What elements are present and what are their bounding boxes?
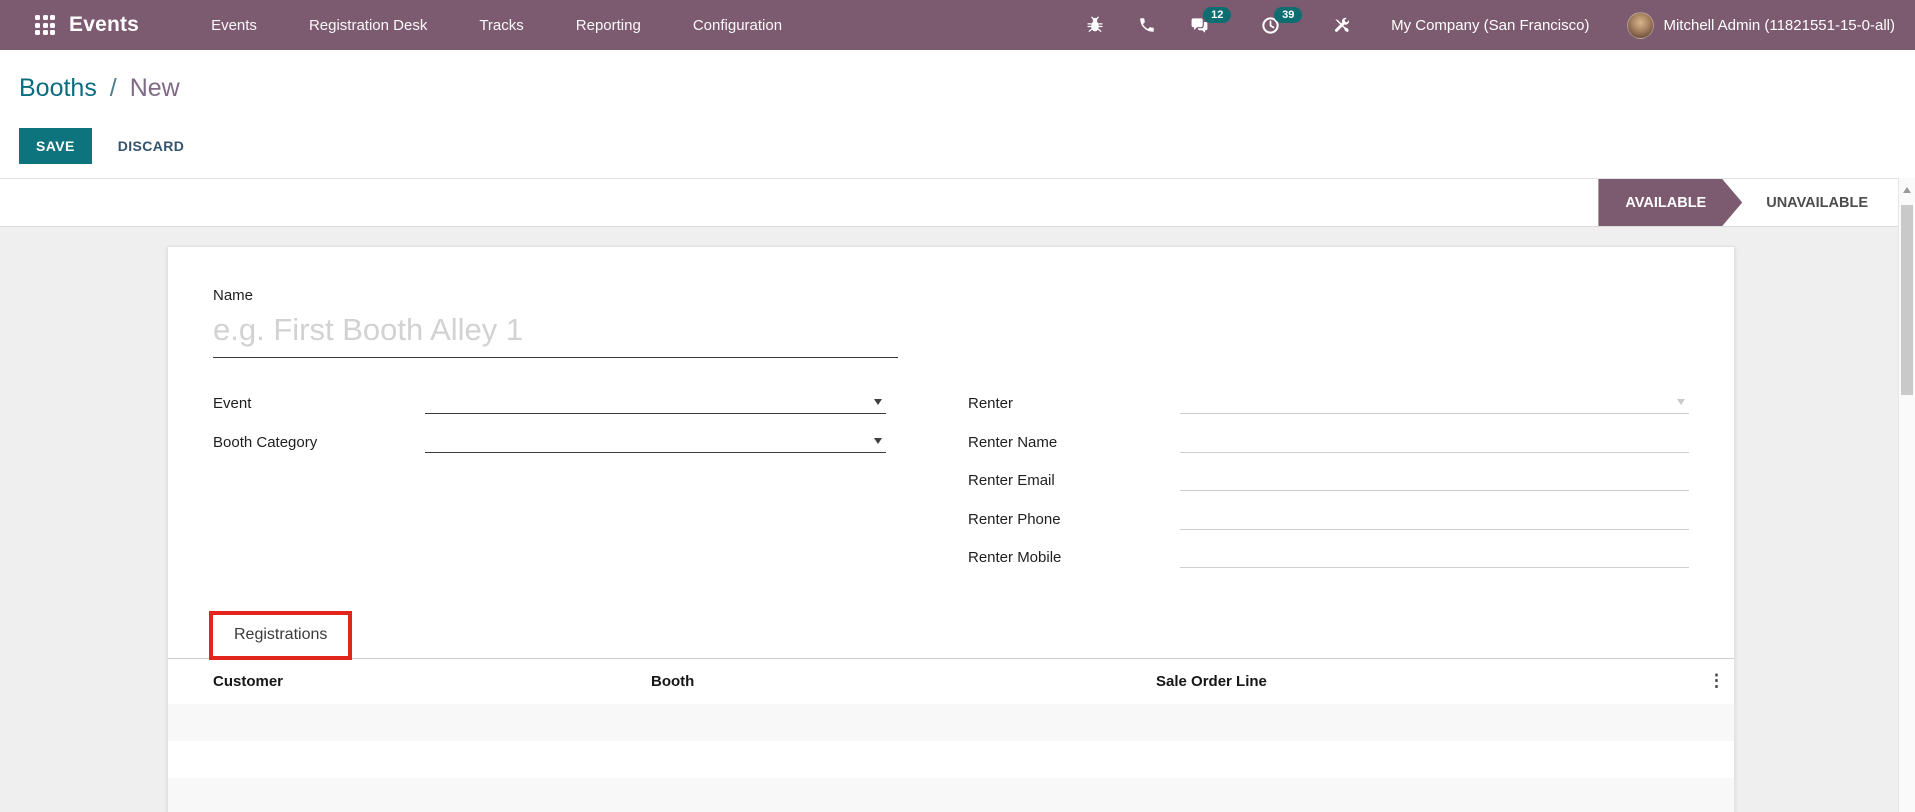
renter-field-label: Renter xyxy=(968,395,1014,412)
messages-icon[interactable]: 12 xyxy=(1190,6,1232,35)
app-brand[interactable]: Events xyxy=(69,13,139,37)
column-header-booth[interactable]: Booth xyxy=(651,673,1156,690)
renter-email-input[interactable] xyxy=(1180,467,1689,491)
systray: 12 39 My Company (San Francisco) Mitchel… xyxy=(1052,6,1895,39)
avatar xyxy=(1627,11,1655,39)
table-row xyxy=(168,740,1734,778)
activities-clock-icon[interactable]: 39 xyxy=(1261,6,1303,35)
company-switcher[interactable]: My Company (San Francisco) xyxy=(1391,17,1589,34)
menu-item-configuration[interactable]: Configuration xyxy=(693,17,782,34)
breadcrumb-booths-link[interactable]: Booths xyxy=(19,74,97,102)
breadcrumb-separator: / xyxy=(109,74,117,102)
menu-item-events[interactable]: Events xyxy=(211,17,257,34)
menu-item-tracks[interactable]: Tracks xyxy=(479,17,523,34)
booth-category-field-label: Booth Category xyxy=(213,433,318,451)
table-row xyxy=(168,703,1734,741)
user-name: Mitchell Admin (11821551-15-0-all) xyxy=(1663,16,1895,34)
menu-item-registration-desk[interactable]: Registration Desk xyxy=(309,17,427,34)
name-field-label: Name xyxy=(213,287,254,304)
renter-name-input[interactable] xyxy=(1180,428,1689,453)
column-header-customer[interactable]: Customer xyxy=(168,673,651,690)
discard-button[interactable]: DISCARD xyxy=(118,138,185,154)
breadcrumb-current: New xyxy=(129,74,180,102)
optional-columns-kebab-icon[interactable]: ⋮ xyxy=(1708,671,1725,691)
renter-mobile-input[interactable] xyxy=(1180,544,1689,568)
user-menu[interactable]: Mitchell Admin (11821551-15-0-all) xyxy=(1627,11,1895,39)
name-input[interactable] xyxy=(213,306,898,358)
messages-count-badge: 12 xyxy=(1203,6,1232,23)
column-header-sale-order-line[interactable]: Sale Order Line xyxy=(1156,673,1734,690)
tab-registrations[interactable]: Registrations xyxy=(209,610,353,660)
notebook: Registrations Customer Booth Sale Order … xyxy=(168,610,1734,812)
menu-item-reporting[interactable]: Reporting xyxy=(576,17,641,34)
table-row xyxy=(168,777,1734,812)
renter-email-field-label: Renter Email xyxy=(968,472,1055,489)
activities-count-badge: 39 xyxy=(1274,6,1303,23)
event-field-label: Event xyxy=(213,395,252,412)
status-unavailable[interactable]: UNAVAILABLE xyxy=(1742,179,1898,226)
phone-icon[interactable] xyxy=(1138,16,1156,34)
renter-phone-input[interactable] xyxy=(1180,505,1689,530)
renter-input[interactable] xyxy=(1180,390,1689,414)
tools-icon[interactable] xyxy=(1332,16,1351,35)
save-button[interactable]: SAVE xyxy=(19,128,92,164)
booth-form-sheet: Name Event Booth Category xyxy=(167,246,1735,812)
renter-mobile-field-label: Renter Mobile xyxy=(968,549,1062,566)
registrations-table-header: Customer Booth Sale Order Line ⋮ xyxy=(168,658,1734,704)
top-navbar: Events Events Registration Desk Tracks R… xyxy=(0,0,1915,50)
renter-name-field-label: Renter Name xyxy=(968,433,1058,451)
renter-phone-field-label: Renter Phone xyxy=(968,510,1061,528)
event-input[interactable] xyxy=(425,390,886,414)
scroll-up-arrow-icon[interactable] xyxy=(1903,187,1911,193)
control-panel: Booths / New SAVE DISCARD xyxy=(0,50,1915,178)
debug-bug-icon[interactable] xyxy=(1086,16,1104,34)
status-available[interactable]: AVAILABLE xyxy=(1598,179,1742,226)
content-area: Name Event Booth Category xyxy=(0,227,1898,812)
main-menu: Events Registration Desk Tracks Reportin… xyxy=(211,17,782,34)
vertical-scrollbar[interactable] xyxy=(1898,178,1915,812)
scrollbar-thumb[interactable] xyxy=(1901,205,1913,395)
apps-grid-icon[interactable] xyxy=(35,15,55,35)
statusbar: AVAILABLE UNAVAILABLE xyxy=(0,178,1898,227)
breadcrumb: Booths / New xyxy=(19,74,180,103)
booth-category-input[interactable] xyxy=(425,428,886,453)
